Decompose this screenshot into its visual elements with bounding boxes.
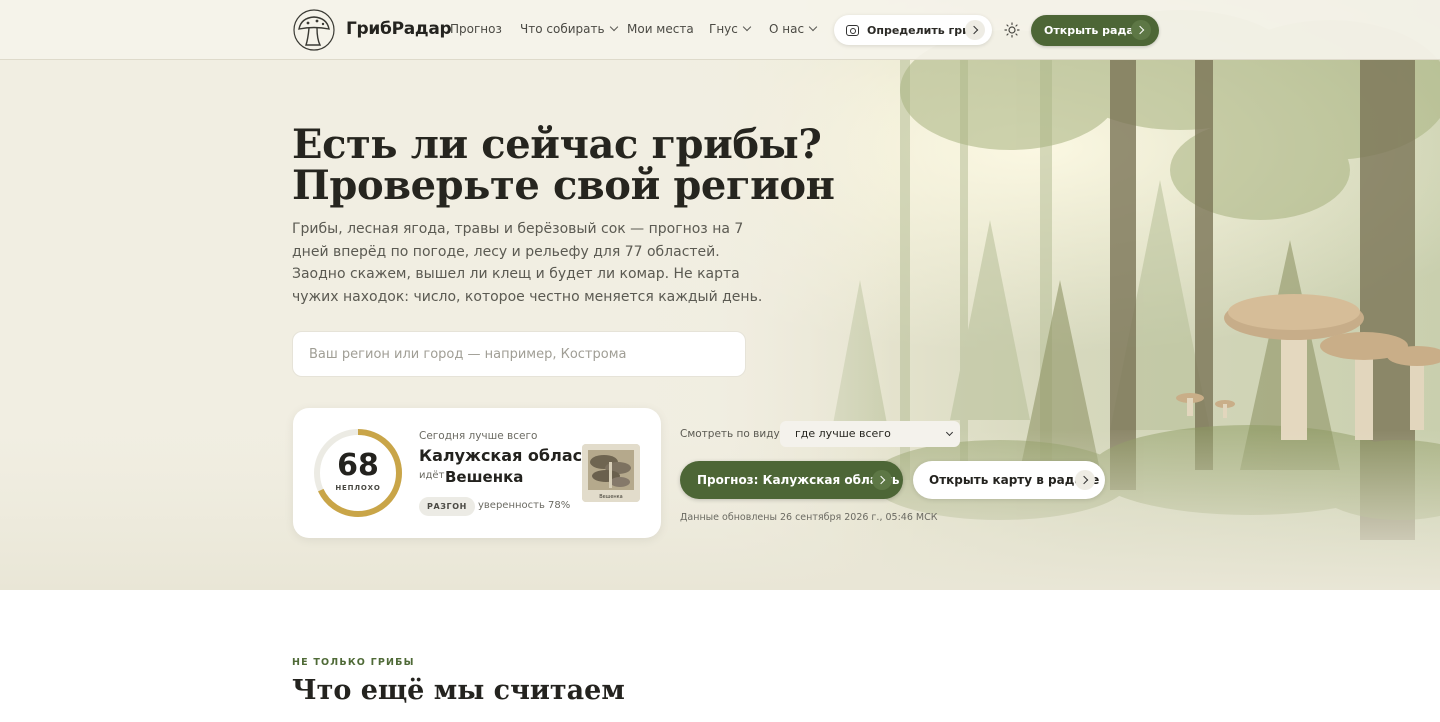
score-label: НЕПЛОХО <box>335 484 381 492</box>
thumbnail-caption: Вешенка <box>599 494 623 500</box>
nav-label: Гнус <box>709 22 738 36</box>
open-map-button[interactable]: Открыть карту в радаре <box>913 461 1105 499</box>
select-value: где лучше всего <box>795 427 891 440</box>
camera-icon <box>846 24 859 36</box>
best-region: Калужская область <box>419 446 602 465</box>
page-title: Есть ли сейчас грибы? Проверьте свой рег… <box>292 121 835 209</box>
sun-icon[interactable] <box>1004 22 1020 38</box>
region-forecast-button[interactable]: Прогноз: Калужская область <box>680 461 903 499</box>
chevron-down-icon <box>742 22 752 32</box>
chevron-down-icon <box>945 428 954 437</box>
best-species: Вешенка <box>445 468 524 486</box>
nav-about[interactable]: О нас <box>769 22 818 36</box>
top-navigation-bar: ГрибРадар Прогноз Что собирать Мои места… <box>0 0 1440 60</box>
mushroom-logo-icon[interactable] <box>293 9 335 51</box>
chevron-down-icon <box>609 22 618 32</box>
goes-label: идёт <box>419 470 445 481</box>
species-view-select[interactable]: где лучше всего <box>780 421 960 447</box>
confidence-text: уверенность 78% <box>478 500 571 511</box>
nav-label: Прогноз <box>450 22 502 36</box>
section-title: Что ещё мы считаем <box>292 675 625 706</box>
nav-label: Мои места <box>627 22 694 36</box>
identify-button-label: Определить гриб <box>867 23 978 37</box>
chevron-right-icon <box>965 20 985 40</box>
forecast-button-label: Прогноз: Калужская область <box>697 473 900 487</box>
card-caption: Сегодня лучше всего <box>419 430 538 442</box>
radar-button-label: Открыть радар <box>1044 24 1142 37</box>
chevron-down-icon <box>808 22 818 32</box>
view-filter-label: Смотреть по виду: <box>680 428 784 440</box>
nav-label: О нас <box>769 22 805 36</box>
section-kicker: НЕ ТОЛЬКО ГРИБЫ <box>292 657 415 668</box>
nav-what-to-collect[interactable]: Что собирать <box>520 22 618 36</box>
nav-forecast[interactable]: Прогноз <box>450 22 502 36</box>
nav-midges[interactable]: Гнус <box>709 22 752 36</box>
nav-label: Что собирать <box>520 22 605 36</box>
species-thumbnail: Вешенка <box>582 444 640 502</box>
open-radar-button[interactable]: Открыть радар <box>1031 15 1159 46</box>
status-badge: РАЗГОН <box>419 497 475 516</box>
chevron-right-icon <box>1131 20 1151 40</box>
region-search-input[interactable] <box>292 331 746 377</box>
chevron-right-icon <box>1075 470 1095 490</box>
map-button-label: Открыть карту в радаре <box>929 473 1100 487</box>
hero-description: Грибы, лесная ягода, травы и берёзовый с… <box>292 221 763 305</box>
today-best-card[interactable]: 68 НЕПЛОХО Сегодня лучше всего Калужская… <box>293 408 661 538</box>
chevron-right-icon <box>872 470 892 490</box>
nav-my-places[interactable]: Мои места <box>627 22 694 36</box>
data-updated-timestamp: Данные обновлены 26 сентября 2026 г., 05… <box>680 512 938 523</box>
identify-mushroom-button[interactable]: Определить гриб <box>834 15 992 45</box>
brand-name[interactable]: ГрибРадар <box>346 19 452 39</box>
score-value: 68 <box>337 448 379 483</box>
